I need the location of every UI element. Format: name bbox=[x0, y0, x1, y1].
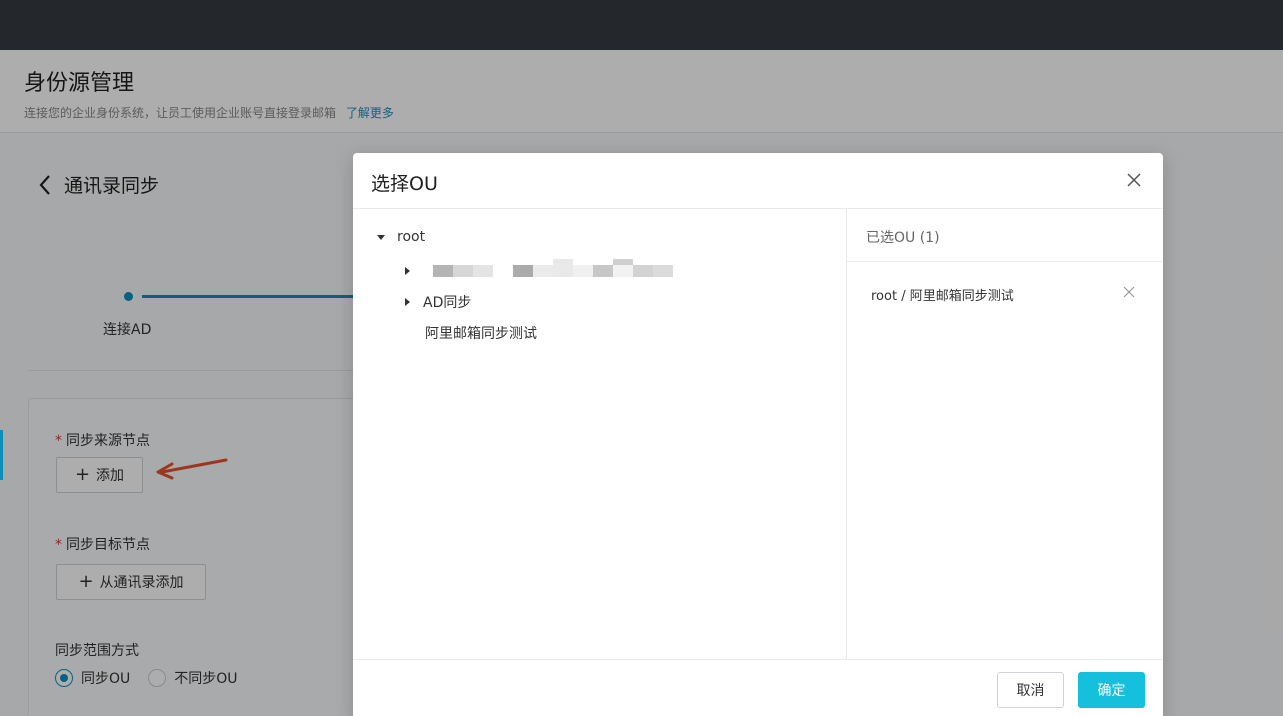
left-edge-accent bbox=[0, 430, 3, 480]
tree-node-alimail-test[interactable]: 阿里邮箱同步测试 bbox=[425, 323, 537, 343]
redacted-block bbox=[453, 265, 473, 277]
redacted-block bbox=[653, 265, 673, 277]
redacted-block bbox=[533, 265, 553, 277]
select-ou-dialog: 选择OU root AD同步 阿里邮箱同步测试 已选OU (1) root / … bbox=[353, 153, 1163, 716]
tree-node-root[interactable]: root bbox=[375, 229, 425, 245]
close-icon[interactable] bbox=[1127, 173, 1141, 187]
redacted-block bbox=[513, 265, 533, 277]
redacted-block bbox=[613, 265, 633, 277]
caret-right-icon[interactable] bbox=[401, 296, 413, 308]
tree-node-ad-sync[interactable]: AD同步 bbox=[401, 292, 471, 312]
selected-ou-item: root / 阿里邮箱同步测试 bbox=[871, 289, 1014, 304]
remove-icon[interactable] bbox=[1123, 286, 1135, 298]
redacted-block bbox=[553, 259, 573, 277]
dialog-header: 选择OU bbox=[353, 153, 1163, 209]
redacted-block bbox=[593, 265, 613, 277]
selected-ou-title: 已选OU (1) bbox=[866, 230, 940, 246]
dialog-title: 选择OU bbox=[371, 173, 438, 195]
caret-down-icon[interactable] bbox=[375, 231, 387, 243]
top-navbar bbox=[0, 0, 1283, 50]
selected-ou-header: 已选OU (1) bbox=[847, 209, 1163, 262]
dialog-footer: 取消 确定 bbox=[353, 659, 1163, 716]
redacted-block bbox=[633, 265, 653, 277]
ou-tree-pane: root AD同步 阿里邮箱同步测试 bbox=[353, 209, 847, 659]
cancel-button[interactable]: 取消 bbox=[997, 672, 1064, 708]
confirm-button[interactable]: 确定 bbox=[1078, 672, 1145, 708]
tree-node-label: AD同步 bbox=[423, 295, 472, 311]
caret-right-icon[interactable] bbox=[401, 265, 413, 277]
tree-node-label: root bbox=[397, 229, 426, 245]
redacted-block bbox=[433, 265, 453, 277]
tree-node-redacted[interactable] bbox=[401, 261, 423, 281]
redacted-block bbox=[473, 265, 493, 277]
tree-node-label: 阿里邮箱同步测试 bbox=[425, 326, 537, 342]
selected-ou-pane: 已选OU (1) root / 阿里邮箱同步测试 bbox=[847, 209, 1163, 659]
redacted-block bbox=[573, 265, 593, 277]
